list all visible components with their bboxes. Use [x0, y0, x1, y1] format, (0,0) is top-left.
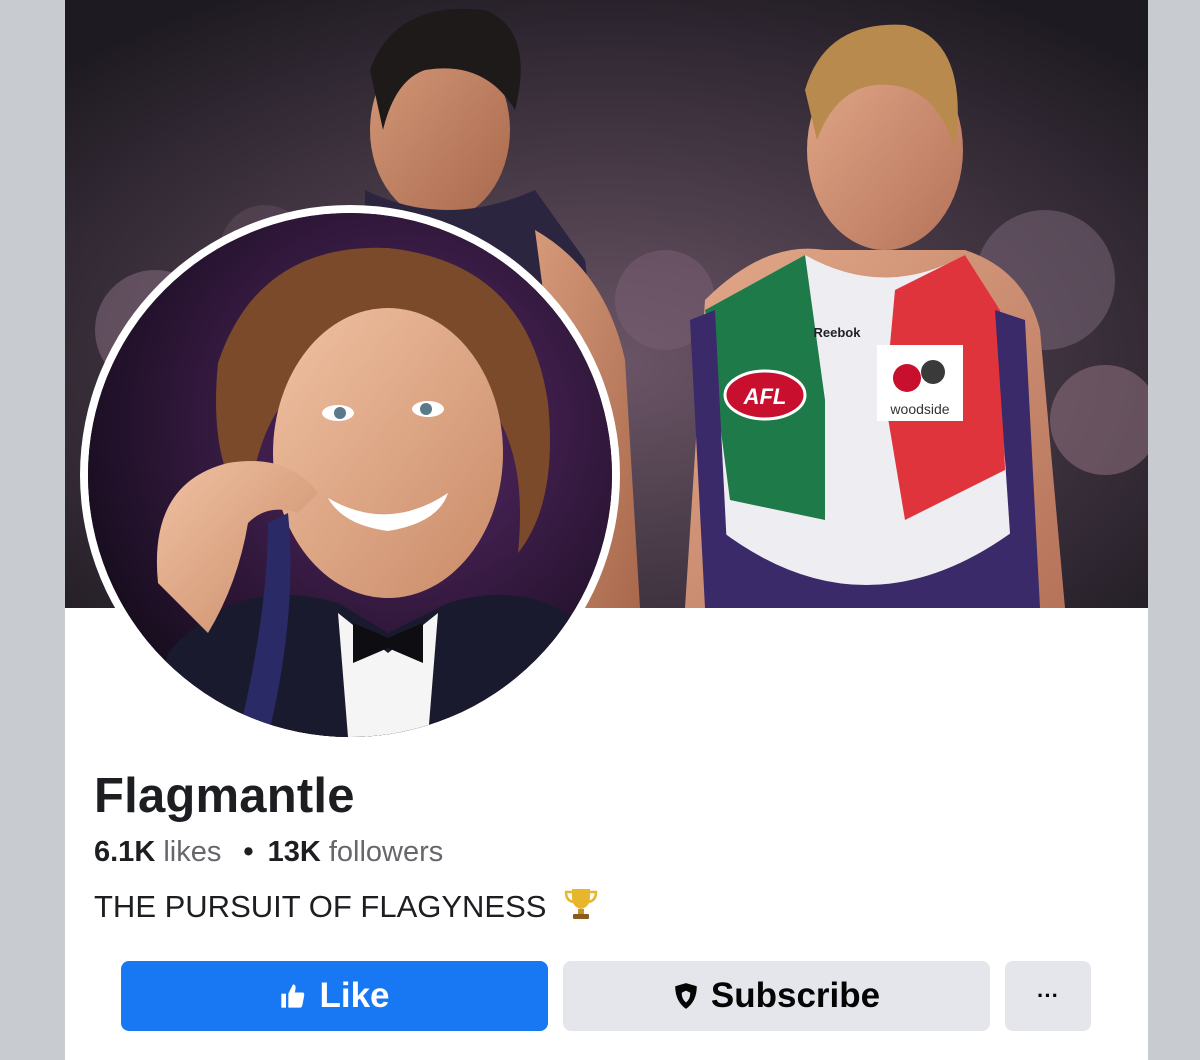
shield-icon — [673, 982, 699, 1010]
jersey-brand-text: Reebok — [814, 325, 862, 340]
subscribe-button-label: Subscribe — [710, 976, 881, 1015]
page-title: Flagmantle — [94, 769, 355, 823]
like-button[interactable]: Like — [121, 961, 548, 1031]
bio-text: THE PURSUIT OF FLAGYNESS — [94, 889, 547, 924]
page-stats: 6.1K likes • 13K followers — [94, 836, 443, 869]
followers-label[interactable]: followers — [329, 836, 443, 868]
page-header-card: AFL Reebok woodside Flagmantle 6.1K like… — [65, 0, 1148, 1060]
likes-count: 6.1K — [94, 836, 156, 868]
jersey-badge-text: AFL — [743, 384, 787, 409]
trophy-icon — [563, 885, 599, 929]
likes-label[interactable]: likes — [163, 836, 221, 868]
page-background-left — [0, 0, 65, 1060]
jersey-sponsor-text: woodside — [889, 401, 949, 417]
stats-separator: • — [243, 836, 254, 868]
like-button-label: Like — [319, 976, 390, 1015]
more-options-label: ··· — [1037, 983, 1059, 1008]
profile-picture[interactable] — [80, 205, 620, 745]
subscribe-button[interactable]: Subscribe — [563, 961, 990, 1031]
thumbs-up-icon — [279, 982, 307, 1010]
page-background-right — [1148, 0, 1200, 1060]
profile-picture-image — [88, 213, 612, 737]
more-options-button[interactable]: ··· — [1005, 961, 1091, 1031]
page-bio: THE PURSUIT OF FLAGYNESS — [94, 885, 599, 929]
followers-count: 13K — [267, 836, 321, 868]
